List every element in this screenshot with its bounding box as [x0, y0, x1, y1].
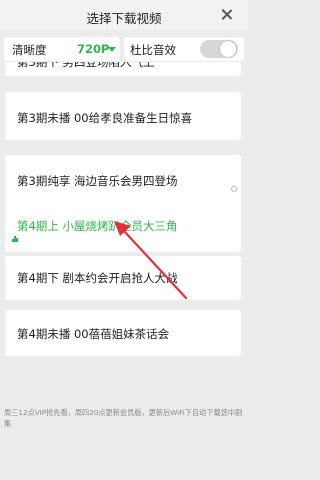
header: 选择下载视频 — [0, 0, 248, 30]
dolby-toggle[interactable] — [200, 40, 238, 58]
dolby-label: 杜比音效 — [130, 43, 176, 57]
caret-down-icon — [108, 47, 116, 52]
episode-title: 第4期上 小屋烧烤趴全员大三角 — [17, 219, 178, 233]
episode-item[interactable]: 第3期未播 00给孝良准备生日惊喜 — [5, 92, 241, 140]
episode-title: 第4期未播 00蓓蓓姐妹茶话会 — [17, 327, 170, 341]
episode-item[interactable]: 第4期未播 00蓓蓓姐妹茶话会 — [5, 310, 241, 356]
dolby-setting: 杜比音效 — [124, 37, 244, 61]
circle-icon — [231, 186, 237, 192]
episode-item[interactable]: 第4期下 剧本约会开启抢人大战 — [5, 256, 241, 300]
episode-title: 第3期下 男四登场陷入气上 — [17, 62, 155, 69]
quality-selector[interactable]: 清晰度 720P — [4, 37, 120, 61]
playing-bars-icon — [12, 236, 18, 242]
footer-note: 周三12点VIP抢先看，周四20点更新会员版，更新后WiFi下自动下载选中剧集 — [4, 408, 243, 428]
page-title: 选择下载视频 — [86, 11, 162, 26]
episode-item-selected[interactable]: 第4期上 小屋烧烤趴全员大三角 — [5, 186, 241, 252]
episode-title: 第3期纯享 海边音乐会男四登场 — [17, 174, 178, 188]
episode-title: 第4期下 剧本约会开启抢人大战 — [17, 271, 178, 285]
toggle-knob — [220, 41, 236, 57]
episode-title: 第3期未播 00给孝良准备生日惊喜 — [17, 111, 193, 125]
quality-label: 清晰度 — [12, 43, 47, 57]
quality-value: 720P — [77, 42, 110, 56]
episode-item[interactable]: 第3期下 男四登场陷入气上 — [5, 62, 241, 76]
close-icon[interactable] — [218, 6, 236, 24]
